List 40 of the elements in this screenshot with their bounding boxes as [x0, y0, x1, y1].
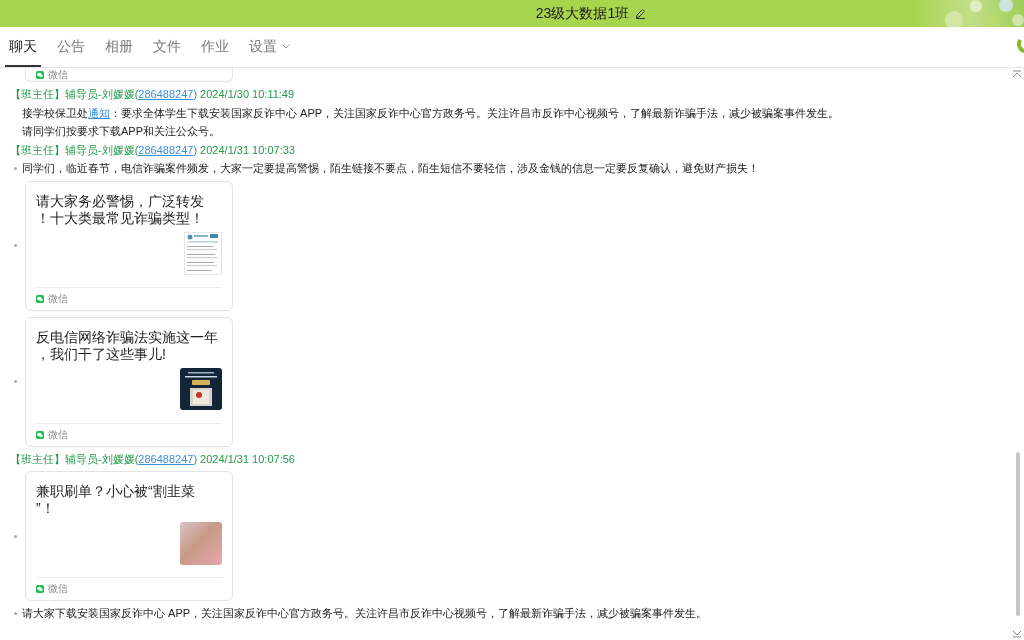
- phone-icon[interactable]: [1016, 38, 1024, 54]
- card-title: 请大家务必警惕，广泛转发 ！十大类最常见诈骗类型！: [35, 191, 205, 227]
- notice-link[interactable]: 通知: [88, 106, 110, 119]
- document-thumbnail: [184, 231, 222, 275]
- qq-number-link[interactable]: 286488247: [138, 452, 194, 465]
- source-label: 微信: [48, 69, 68, 80]
- card-title: 反电信网络诈骗法实施这一年 ，我们干了这些事儿!: [35, 327, 219, 363]
- message-text: 请同学们按要求下载APP和关注公众号。: [22, 124, 220, 139]
- source-label: 微信: [48, 293, 68, 304]
- window-title: 23级大数据1班: [535, 4, 630, 23]
- source-label: 微信: [48, 429, 68, 440]
- tab[interactable]: 相册: [101, 27, 137, 67]
- link-card[interactable]: 请大家务必警惕，广泛转发 ！十大类最常见诈骗类型！ 微信: [25, 180, 233, 311]
- tab[interactable]: 作业: [197, 27, 233, 67]
- link-card[interactable]: 反电信网络诈骗法实施这一年 ，我们干了这些事儿! 微信: [25, 316, 233, 447]
- wechat-icon: [36, 294, 44, 303]
- message-text: 接学校保卫处通知：要求全体学生下载安装国家反诈中心 APP，关注国家反诈中心官方政务号。关注许昌市反诈中心视频号，了解最新诈骗手法，减少被骗案事件发生。: [22, 105, 840, 121]
- message-header: 【班主任】辅导员-刘媛媛(286488247) 2024/1/30 10:11:49: [9, 87, 296, 102]
- scroll-bottom-icon[interactable]: [1012, 630, 1022, 638]
- message-header: 【班主任】辅导员-刘媛媛(286488247) 2024/1/31 10:07:33: [9, 142, 296, 158]
- edit-icon[interactable]: [635, 8, 647, 19]
- scrollbar-thumb[interactable]: [1016, 452, 1020, 616]
- qq-number-link[interactable]: 286488247: [138, 88, 194, 100]
- card-title: 兼职刷单？小心被“割韭菜 ”！: [35, 482, 196, 517]
- tab[interactable]: 设置: [245, 27, 294, 67]
- wechat-icon: [36, 70, 44, 79]
- photo-placeholder: [180, 522, 222, 565]
- link-card[interactable]: 微信: [25, 68, 233, 82]
- poster-thumbnail: [180, 367, 222, 410]
- wechat-icon: [36, 430, 44, 439]
- wechat-icon: [36, 585, 44, 593]
- message-text: 请大家下载安装国家反诈中心 APP，关注国家反诈中心官方政务号。关注许昌市反诈中心视频号，了解最新诈骗手法，减少被骗案事件发生。: [22, 606, 708, 621]
- tab[interactable]: 公告: [53, 27, 89, 67]
- source-label: 微信: [48, 584, 68, 594]
- message-text: 同学们，临近春节，电信诈骗案件频发，大家一定要提高警惕，陌生链接不要点，陌生短信不要轻信，涉及金钱的信息一定要反复确认，避免财产损失！: [22, 161, 759, 176]
- link-card[interactable]: 兼职刷单？小心被“割韭菜 ”！ 微信: [25, 471, 233, 601]
- qq-number-link[interactable]: 286488247: [138, 143, 194, 156]
- scroll-top-icon[interactable]: [1012, 70, 1022, 78]
- tab[interactable]: 文件: [149, 27, 185, 67]
- message-header: 【班主任】辅导员-刘媛媛(286488247) 2024/1/31 10:07:56: [9, 451, 296, 467]
